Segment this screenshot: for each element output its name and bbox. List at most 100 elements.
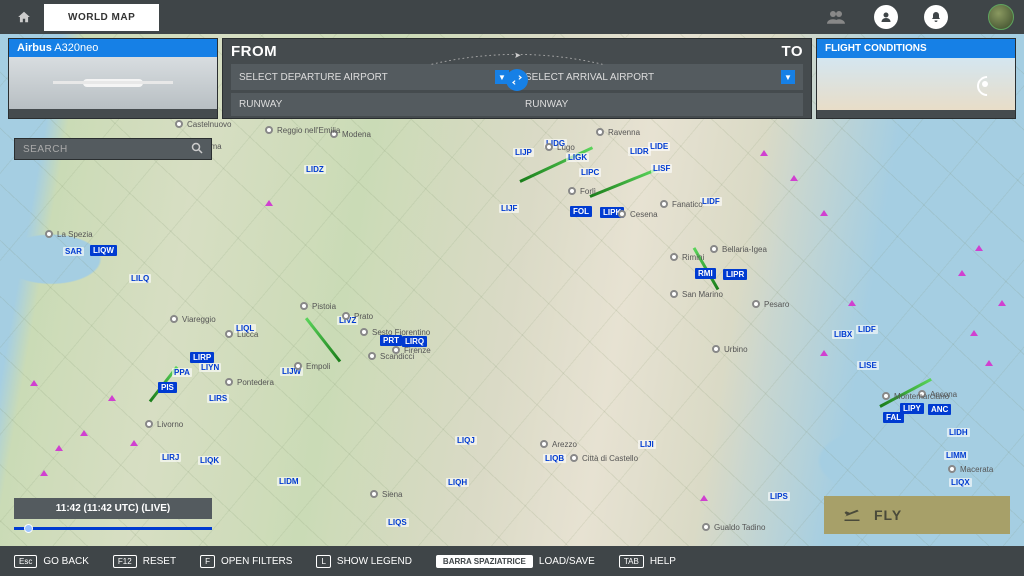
flight-conditions-title: FLIGHT CONDITIONS (817, 39, 1015, 58)
city-marker (300, 302, 308, 310)
airport-label[interactable]: LISF (651, 164, 672, 173)
arrival-select[interactable]: SELECT ARRIVAL AIRPORT▼ (517, 64, 803, 90)
help-button[interactable]: TABHELP (619, 555, 676, 568)
airport-label[interactable]: LIQS (386, 518, 409, 527)
airport-label[interactable]: LIDH (947, 428, 970, 437)
search-box[interactable] (14, 138, 212, 160)
chevron-down-icon: ▼ (781, 70, 795, 84)
airport-label[interactable]: LIQW (90, 245, 117, 256)
time-slider[interactable] (14, 522, 212, 536)
departure-runway-select[interactable]: RUNWAY (231, 93, 517, 116)
airport-label[interactable]: RMI (695, 268, 716, 279)
airport-label[interactable]: LIPC (579, 168, 601, 177)
profile-icon[interactable] (874, 5, 898, 29)
airport-label[interactable]: LIDE (648, 142, 670, 151)
airport-label[interactable]: LIBX (832, 330, 854, 339)
city-marker (670, 253, 678, 261)
city-marker (45, 230, 53, 238)
airport-label[interactable]: FOL (570, 206, 592, 217)
time-display: 11:42 (11:42 UTC) (LIVE) (14, 498, 212, 519)
city-marker (882, 392, 890, 400)
aircraft-image (9, 57, 217, 109)
search-input[interactable] (23, 144, 191, 155)
city-marker (660, 200, 668, 208)
airport-label[interactable]: LIQX (949, 478, 972, 487)
home-icon[interactable] (10, 3, 38, 31)
city-marker (712, 345, 720, 353)
showlegend-button[interactable]: LSHOW LEGEND (316, 555, 411, 568)
city-marker (670, 290, 678, 298)
airport-label[interactable]: SAR (63, 247, 84, 256)
city-marker (145, 420, 153, 428)
airport-label[interactable]: LIQH (446, 478, 469, 487)
city-marker (948, 465, 956, 473)
airport-label[interactable]: LISE (857, 361, 879, 370)
city-marker (225, 378, 233, 386)
city-marker (545, 143, 553, 151)
airport-label[interactable]: LIGK (566, 153, 589, 162)
airport-label[interactable]: LIDF (856, 325, 878, 334)
loadsave-button[interactable]: BARRA SPAZIATRICELOAD/SAVE (436, 555, 595, 568)
city-marker (702, 523, 710, 531)
airport-label[interactable]: LIDR (628, 147, 651, 156)
openfilters-button[interactable]: FOPEN FILTERS (200, 555, 292, 568)
city-marker (568, 187, 576, 195)
top-bar: WORLD MAP (0, 0, 1024, 34)
arrival-runway-select[interactable]: RUNWAY (517, 93, 803, 116)
city-marker (752, 300, 760, 308)
city-marker (368, 352, 376, 360)
bottom-bar: EscGO BACK F12RESET FOPEN FILTERS LSHOW … (0, 546, 1024, 576)
goback-button[interactable]: EscGO BACK (14, 555, 89, 568)
flight-conditions-card[interactable]: FLIGHT CONDITIONS (816, 38, 1016, 119)
airport-label[interactable]: LIDM (277, 477, 301, 486)
airport-label[interactable]: LIJP (513, 148, 534, 157)
live-weather-icon (975, 74, 995, 94)
airport-label[interactable]: LIJI (638, 440, 656, 449)
city-marker (618, 210, 626, 218)
airport-label[interactable]: LIPS (768, 492, 790, 501)
city-marker (265, 126, 273, 134)
search-icon (191, 142, 203, 157)
airport-label[interactable]: LIRJ (160, 453, 181, 462)
airport-label[interactable]: PPA (172, 368, 192, 377)
airport-label[interactable]: LIRS (207, 394, 229, 403)
airport-label[interactable]: PIS (158, 382, 177, 393)
swap-icon[interactable] (506, 69, 528, 91)
airport-label[interactable]: LIYN (199, 363, 221, 372)
city-marker (294, 362, 302, 370)
airport-label[interactable]: LILQ (129, 274, 151, 283)
departure-select[interactable]: SELECT DEPARTURE AIRPORT▼ (231, 64, 517, 90)
airport-label[interactable]: LIRP (190, 352, 214, 363)
airport-label[interactable]: LIJF (499, 204, 519, 213)
time-widget[interactable]: 11:42 (11:42 UTC) (LIVE) (14, 498, 212, 536)
airport-label[interactable]: FAL (883, 412, 904, 423)
airport-label[interactable]: LIDF (700, 197, 722, 206)
airport-label[interactable]: LIQK (198, 456, 221, 465)
worldmap-tab[interactable]: WORLD MAP (44, 4, 159, 31)
city-marker (570, 454, 578, 462)
weather-preview (817, 58, 1015, 110)
airport-label[interactable]: ANC (928, 404, 951, 415)
airport-label[interactable]: LIQJ (455, 436, 477, 445)
route-card: FROM SELECT DEPARTURE AIRPORT▼ RUNWAY TO… (222, 38, 812, 119)
avatar[interactable] (988, 4, 1014, 30)
city-marker (540, 440, 548, 448)
city-marker (170, 315, 178, 323)
airport-label[interactable]: LIQB (543, 454, 566, 463)
friends-icon[interactable] (824, 5, 848, 29)
city-marker (225, 330, 233, 338)
airport-label[interactable]: LIMM (944, 451, 968, 460)
notifications-icon[interactable] (924, 5, 948, 29)
from-label: FROM (231, 41, 517, 62)
city-marker (370, 490, 378, 498)
reset-button[interactable]: F12RESET (113, 555, 176, 568)
aircraft-title: Airbus A320neo (9, 39, 217, 57)
fly-button[interactable]: FLY (824, 496, 1010, 534)
airport-label[interactable]: LIDZ (304, 165, 326, 174)
city-marker (360, 328, 368, 336)
airport-label[interactable]: LIPR (723, 269, 747, 280)
city-marker (342, 312, 350, 320)
city-marker (596, 128, 604, 136)
city-marker (710, 245, 718, 253)
aircraft-card[interactable]: Airbus A320neo (8, 38, 218, 119)
